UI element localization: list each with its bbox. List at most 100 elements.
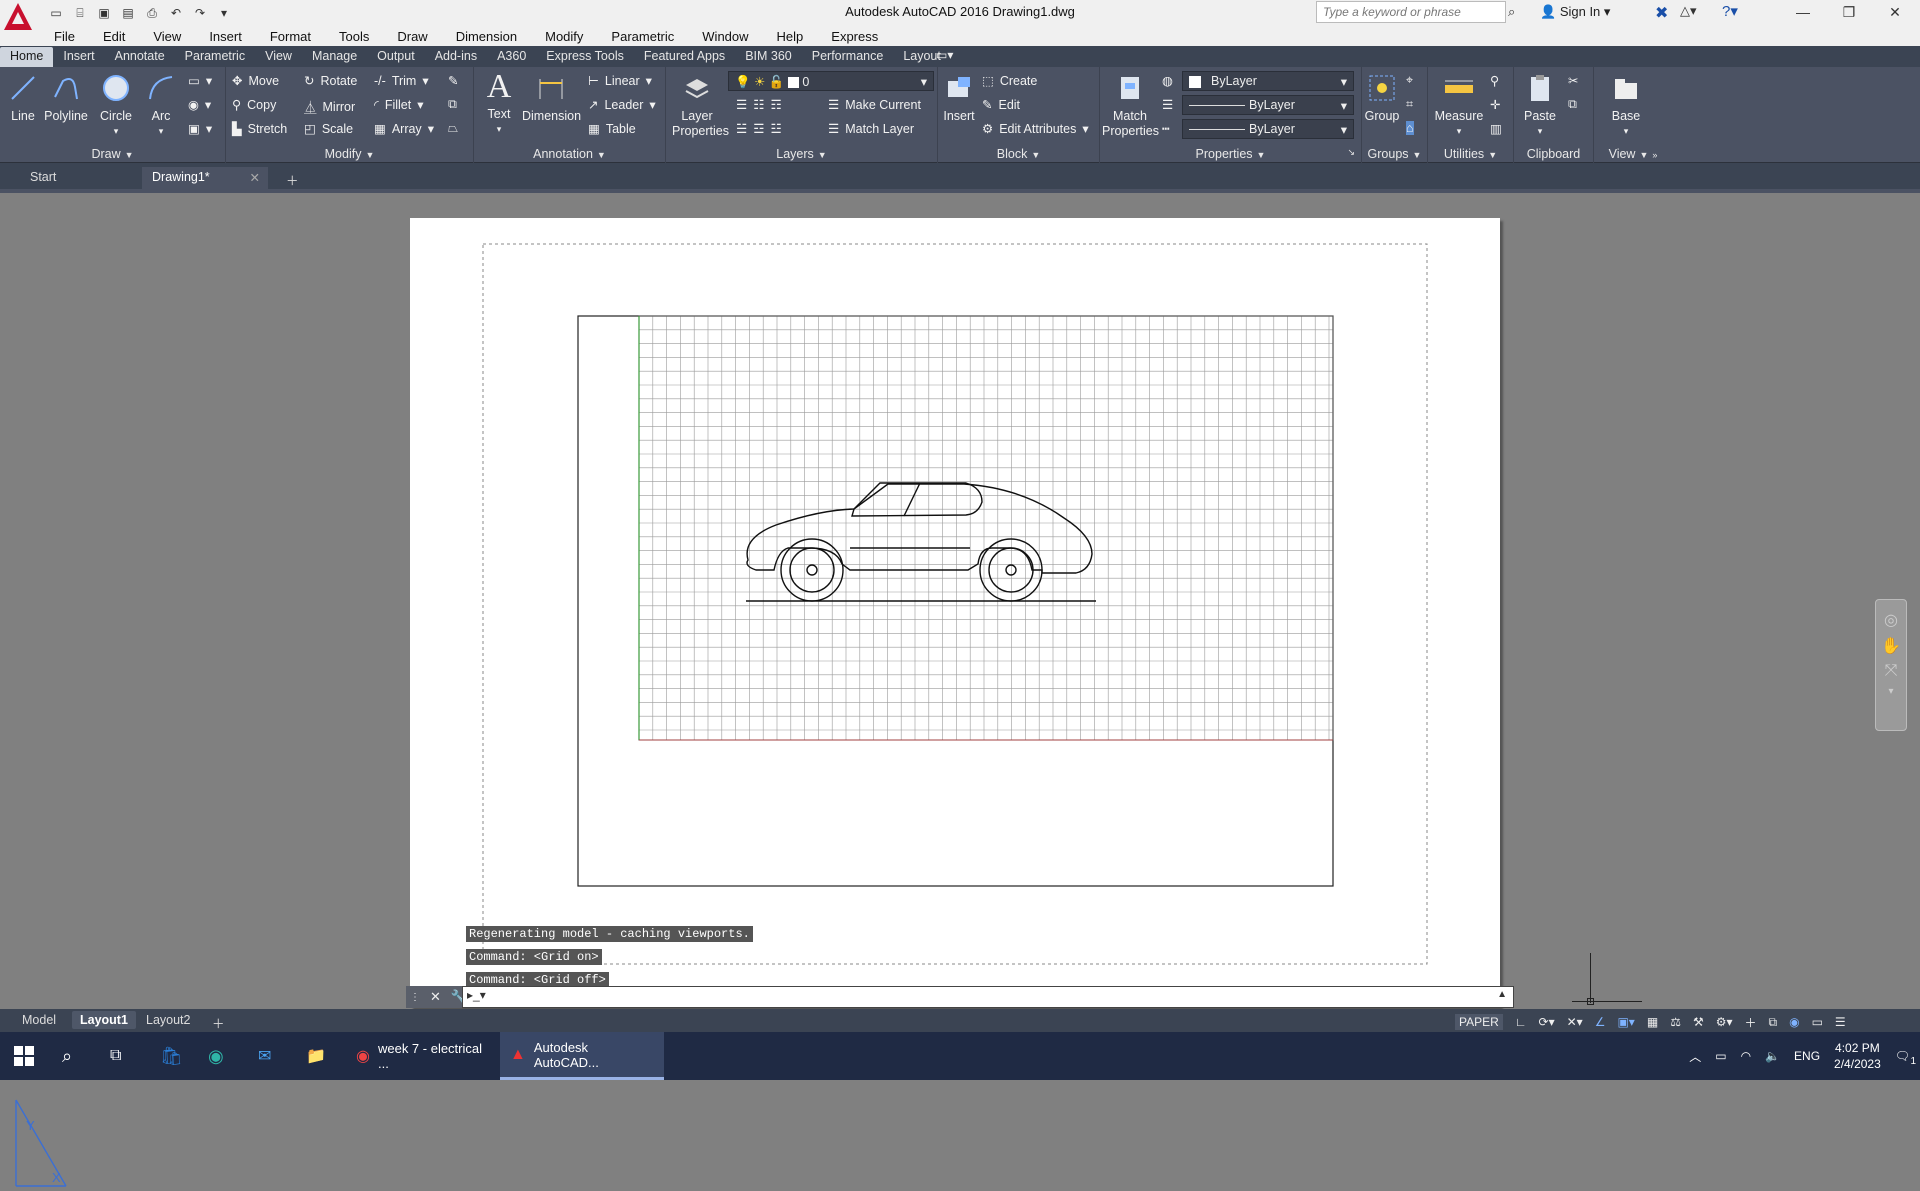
layer-dropdown[interactable]: 💡 ☀ 🔓 0 ▾: [728, 71, 934, 91]
ribbon-tab-express-tools[interactable]: Express Tools: [536, 47, 634, 67]
circle-button[interactable]: Circle ▾: [96, 73, 136, 139]
ribbon-tab-insert[interactable]: Insert: [53, 47, 104, 67]
a360-icon[interactable]: △▾: [1680, 3, 1697, 19]
clock[interactable]: 4:02 PM 2/4/2023: [1834, 1040, 1881, 1072]
customize-status-icon[interactable]: ☰: [1835, 1015, 1846, 1029]
text-dropdown-icon[interactable]: ▾: [482, 122, 516, 137]
menu-item-window[interactable]: Window: [688, 29, 762, 44]
store-icon[interactable]: 🛍: [150, 1032, 193, 1080]
undo-icon[interactable]: ↶: [166, 4, 186, 22]
linetype-dropdown[interactable]: ByLayer ▾: [1182, 95, 1354, 115]
properties-launcher-icon[interactable]: ↘: [1347, 147, 1355, 158]
menu-item-view[interactable]: View: [139, 29, 195, 44]
close-button[interactable]: ✕: [1872, 0, 1918, 24]
menu-item-modify[interactable]: Modify: [531, 29, 597, 44]
ribbon-tab-add-ins[interactable]: Add-ins: [425, 47, 487, 67]
arc-dropdown-icon[interactable]: ▾: [144, 124, 178, 139]
paste-dropdown-icon[interactable]: ▾: [1518, 124, 1562, 139]
layer-tools-row2[interactable]: ☱ ☲ ☳: [736, 121, 782, 136]
annotation-visibility-icon[interactable]: ⚒: [1693, 1015, 1704, 1029]
group-button[interactable]: Group: [1364, 73, 1400, 124]
dimension-button[interactable]: Dimension: [522, 73, 581, 124]
taskbar-autocad[interactable]: ▲ Autodesk AutoCAD...: [500, 1032, 664, 1080]
quick-select-icon[interactable]: ⚲: [1490, 73, 1499, 88]
layer-properties-button[interactable]: Layer Properties: [666, 73, 729, 139]
circle-dropdown-icon[interactable]: ▾: [96, 124, 136, 139]
volume-icon[interactable]: 🔈: [1765, 1049, 1780, 1063]
base-dropdown-icon[interactable]: ▾: [1604, 124, 1648, 139]
insert-button[interactable]: Insert: [940, 73, 978, 124]
color-dropdown[interactable]: ByLayer ▾: [1182, 71, 1354, 91]
snap-mode-icon[interactable]: ∟: [1515, 1015, 1527, 1029]
paper-space-button[interactable]: PAPER: [1455, 1014, 1503, 1030]
create-block-button[interactable]: ⬚ Create: [982, 73, 1037, 89]
view-panel-title[interactable]: View ▼»: [1594, 147, 1672, 161]
explode-tool[interactable]: ⧉: [448, 97, 457, 112]
offset-tool[interactable]: ⏢: [448, 121, 458, 136]
menu-item-format[interactable]: Format: [256, 29, 325, 44]
steering-wheel-icon[interactable]: ◎: [1876, 610, 1906, 630]
ribbon-tab-view[interactable]: View: [255, 47, 302, 67]
leader-button[interactable]: ↗ Leader ▾: [588, 97, 656, 113]
ribbon-tab-bim-360[interactable]: BIM 360: [735, 47, 802, 67]
group-selection-icon[interactable]: ⌂: [1406, 121, 1414, 135]
fillet-button[interactable]: ◜ Fillet ▾: [374, 97, 424, 113]
drawing-area[interactable]: ◎ ✋ ⤧ ▾ Y X: [0, 193, 1920, 1187]
exchange-icon[interactable]: ✖: [1655, 3, 1668, 23]
tab-start[interactable]: Start: [20, 167, 140, 189]
ribbon-tab-a360[interactable]: A360: [487, 47, 536, 67]
wifi-icon[interactable]: ◠: [1741, 1049, 1751, 1063]
ribbon-overflow-icon[interactable]: »: [1652, 150, 1657, 160]
group-edit-icon[interactable]: ⌗: [1406, 97, 1413, 112]
array-button[interactable]: ▦ Array ▾: [374, 121, 434, 137]
menu-item-insert[interactable]: Insert: [195, 29, 256, 44]
make-current-button[interactable]: ☰ Make Current: [828, 97, 921, 113]
new-tab-button[interactable]: ＋: [276, 167, 309, 189]
restore-button[interactable]: ❐: [1826, 0, 1872, 24]
task-view-icon[interactable]: ⧉: [100, 1032, 131, 1080]
menu-item-help[interactable]: Help: [763, 29, 818, 44]
annotation-panel-title[interactable]: Annotation ▼: [474, 147, 665, 161]
utilities-panel-title[interactable]: Utilities ▼: [1428, 147, 1513, 161]
binoculars-icon[interactable]: ⌕: [1508, 4, 1515, 20]
ribbon-tab-performance[interactable]: Performance: [802, 47, 894, 67]
navigation-bar[interactable]: ◎ ✋ ⤧ ▾: [1875, 599, 1907, 731]
measure-dropdown-icon[interactable]: ▾: [1434, 124, 1484, 139]
base-button[interactable]: Base ▾: [1604, 73, 1648, 139]
sign-in-button[interactable]: 👤 Sign In ▾: [1540, 4, 1610, 20]
print-icon[interactable]: ⎙: [142, 4, 162, 22]
customize-qat-icon[interactable]: ▾: [214, 4, 234, 22]
menu-item-edit[interactable]: Edit: [89, 29, 139, 44]
properties-panel-title[interactable]: Properties ▼ ↘: [1100, 147, 1361, 161]
draw-panel-title[interactable]: Draw ▼: [0, 147, 225, 161]
cut-icon[interactable]: ✂: [1568, 73, 1578, 88]
object-snap-tracking-icon[interactable]: ∠: [1595, 1015, 1606, 1029]
osnap-icon[interactable]: ✕▾: [1567, 1015, 1583, 1029]
scale-button[interactable]: ◰ Scale: [304, 121, 353, 137]
rotate-button[interactable]: ↻ Rotate: [304, 73, 357, 89]
copy-button[interactable]: ⚲ Copy: [232, 97, 276, 113]
polar-tracking-icon[interactable]: ⟳▾: [1539, 1015, 1555, 1029]
menu-item-dimension[interactable]: Dimension: [442, 29, 531, 44]
linear-button[interactable]: ⊢ Linear ▾: [588, 73, 652, 89]
measure-button[interactable]: Measure ▾: [1434, 73, 1484, 139]
quick-view-icon[interactable]: ▦: [1647, 1015, 1658, 1029]
open-file-icon[interactable]: ⌸: [70, 4, 90, 22]
navbar-options-icon[interactable]: ▾: [1876, 686, 1906, 697]
add-layout-button[interactable]: ＋: [204, 1011, 233, 1034]
hatch-tool[interactable]: ◉ ▾: [188, 97, 211, 112]
help-icon[interactable]: ?▾: [1722, 2, 1738, 20]
rectangle-tool[interactable]: ▭ ▾: [188, 73, 212, 88]
modify-panel-title[interactable]: Modify ▼: [226, 147, 473, 161]
tab-model[interactable]: Model: [14, 1011, 64, 1029]
match-properties-button[interactable]: Match Properties: [1100, 73, 1160, 139]
tab-layout1[interactable]: Layout1: [72, 1011, 136, 1029]
workspace-gear-icon[interactable]: ⚙▾: [1716, 1015, 1733, 1029]
search-icon[interactable]: ⌕: [52, 1032, 82, 1080]
line-button[interactable]: Line: [6, 73, 40, 124]
annotation-scale-icon[interactable]: ⚖: [1670, 1015, 1681, 1029]
tab-layout2[interactable]: Layout2: [138, 1011, 198, 1029]
save-icon[interactable]: ▣: [94, 4, 114, 22]
table-button[interactable]: ▦ Table: [588, 121, 636, 137]
block-panel-title[interactable]: Block ▼: [938, 147, 1099, 161]
